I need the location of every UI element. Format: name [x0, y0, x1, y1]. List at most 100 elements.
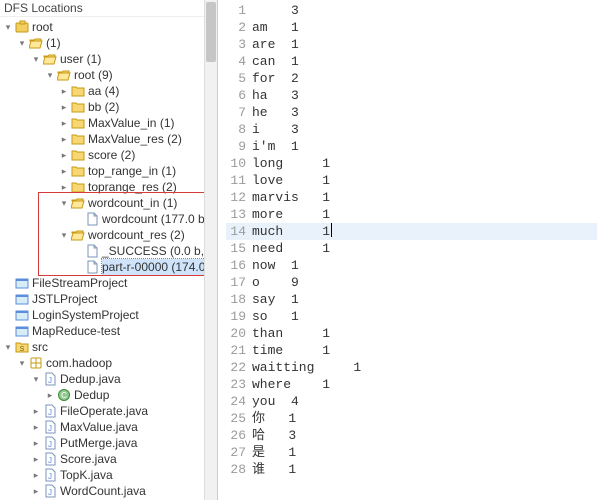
line-text[interactable]: where 1 — [252, 376, 330, 393]
line-text[interactable]: marvis 1 — [252, 189, 330, 206]
tree-node-label[interactable]: top_range_in (1) — [88, 163, 176, 179]
line-text[interactable]: 你 1 — [252, 410, 296, 427]
tree-node-label[interactable]: TopK.java — [60, 467, 113, 483]
tree-node-label[interactable]: src — [32, 339, 48, 355]
line-text[interactable]: waitting 1 — [252, 359, 361, 376]
tree-node[interactable]: ▸CDedup — [2, 387, 206, 403]
line-text[interactable]: ha 3 — [252, 87, 299, 104]
editor-line[interactable]: 10long 1 — [226, 155, 597, 172]
tree-node-label[interactable]: root — [32, 19, 53, 35]
tree-node[interactable]: ▸JWordCount.java — [2, 483, 206, 499]
tree-node-label[interactable]: Dedup.java — [60, 371, 121, 387]
line-text[interactable]: now 1 — [252, 257, 299, 274]
tree-node[interactable]: ▾wordcount_res (2) — [2, 227, 206, 243]
tree-node[interactable]: ▾(1) — [2, 35, 206, 51]
editor-line[interactable]: 13more 1 — [226, 206, 597, 223]
tree-node-label[interactable]: MaxValue.java — [60, 419, 138, 435]
editor-line[interactable]: 18say 1 — [226, 291, 597, 308]
editor-line[interactable]: 25你 1 — [226, 410, 597, 427]
line-text[interactable]: he 3 — [252, 104, 299, 121]
expand-collapse-icon[interactable]: ▸ — [58, 147, 70, 163]
tree-node[interactable]: ▸MaxValue_in (1) — [2, 115, 206, 131]
tree-node-label[interactable]: FileOperate.java — [60, 403, 148, 419]
expand-collapse-icon[interactable]: ▸ — [58, 83, 70, 99]
editor-line[interactable]: 26哈 3 — [226, 427, 597, 444]
tree-node[interactable]: ▸JSTLProject — [2, 291, 206, 307]
line-text[interactable]: for 2 — [252, 70, 299, 87]
tree-node[interactable]: ▸score (2) — [2, 147, 206, 163]
line-text[interactable]: need 1 — [252, 240, 330, 257]
expand-collapse-icon[interactable]: ▸ — [58, 179, 70, 195]
editor-line[interactable]: 16now 1 — [226, 257, 597, 274]
editor-line[interactable]: 19so 1 — [226, 308, 597, 325]
editor-line[interactable]: 7he 3 — [226, 104, 597, 121]
editor-line[interactable]: 22waitting 1 — [226, 359, 597, 376]
expand-collapse-icon[interactable]: ▸ — [44, 387, 56, 403]
editor-line[interactable]: 11love 1 — [226, 172, 597, 189]
tree-node-label[interactable]: com.hadoop — [46, 355, 112, 371]
editor-line[interactable]: 17o 9 — [226, 274, 597, 291]
tree-node-label[interactable]: user (1) — [60, 51, 101, 67]
line-text[interactable]: i'm 1 — [252, 138, 299, 155]
tree-node[interactable]: ▾ wordcount_in (1) — [2, 195, 206, 211]
tree-node-label[interactable]: Score.java — [60, 451, 117, 467]
tree-node[interactable]: ▸wordcount (177.0 b, r2) — [2, 211, 206, 227]
expand-collapse-icon[interactable]: ▸ — [30, 467, 42, 483]
tree-node[interactable]: ▸MaxValue_res (2) — [2, 131, 206, 147]
tree-node[interactable]: ▾JDedup.java — [2, 371, 206, 387]
scrollbar-vertical[interactable] — [204, 0, 217, 500]
tree-node[interactable]: ▾ user (1) — [2, 51, 206, 67]
tree-node-label[interactable]: wordcount_in (1) — [88, 195, 177, 211]
expand-collapse-icon[interactable]: ▾ — [44, 67, 56, 83]
line-text[interactable]: 谁 1 — [252, 461, 296, 478]
editor-line[interactable]: 20than 1 — [226, 325, 597, 342]
tree-node-label[interactable]: part-r-00000 (174.0 b, r2) — [102, 259, 218, 275]
expand-collapse-icon[interactable]: ▸ — [58, 131, 70, 147]
editor-pane[interactable]: 1 32am 13are 14can 15for 26ha 37he 38i 3… — [218, 0, 597, 500]
line-text[interactable]: are 1 — [252, 36, 299, 53]
editor-line[interactable]: 24you 4 — [226, 393, 597, 410]
scrollbar-thumb[interactable] — [206, 2, 216, 62]
tree-node-label[interactable]: Dedup — [74, 387, 109, 403]
tree-node-label[interactable]: PutMerge.java — [60, 435, 137, 451]
tree-node[interactable]: ▸JScore.java — [2, 451, 206, 467]
expand-collapse-icon[interactable]: ▸ — [30, 403, 42, 419]
tree-node[interactable]: ▸JTopK.java — [2, 467, 206, 483]
editor-line[interactable]: 6ha 3 — [226, 87, 597, 104]
line-text[interactable]: more 1 — [252, 206, 330, 223]
line-text[interactable]: long 1 — [252, 155, 330, 172]
editor-line[interactable]: 9i'm 1 — [226, 138, 597, 155]
tree-node-label[interactable]: FileStreamProject — [32, 275, 127, 291]
expand-collapse-icon[interactable]: ▾ — [30, 51, 42, 67]
tree-node[interactable]: ▸ aa (4) — [2, 83, 206, 99]
line-text[interactable]: than 1 — [252, 325, 330, 342]
expand-collapse-icon[interactable]: ▾ — [58, 195, 70, 211]
tree-node-label[interactable]: root (9) — [74, 67, 113, 83]
editor-line[interactable]: 3are 1 — [226, 36, 597, 53]
line-text[interactable]: 哈 3 — [252, 427, 296, 444]
line-text[interactable]: so 1 — [252, 308, 299, 325]
editor-line[interactable]: 12marvis 1 — [226, 189, 597, 206]
expand-collapse-icon[interactable]: ▾ — [2, 339, 14, 355]
tree-node[interactable]: ▸FileStreamProject — [2, 275, 206, 291]
expand-collapse-icon[interactable]: ▾ — [2, 19, 14, 35]
expand-collapse-icon[interactable]: ▸ — [30, 451, 42, 467]
expand-collapse-icon[interactable]: ▸ — [58, 99, 70, 115]
editor-line[interactable]: 1 3 — [226, 2, 597, 19]
editor-line[interactable]: 2am 1 — [226, 19, 597, 36]
tree-node-label[interactable]: WordCount.java — [60, 483, 146, 499]
expand-collapse-icon[interactable]: ▾ — [58, 227, 70, 243]
editor-line[interactable]: 15need 1 — [226, 240, 597, 257]
tree-node[interactable]: ▸part-r-00000 (174.0 b, r2) — [2, 259, 206, 275]
editor-line[interactable]: 4can 1 — [226, 53, 597, 70]
expand-collapse-icon[interactable]: ▸ — [30, 483, 42, 499]
expand-collapse-icon[interactable]: ▸ — [58, 163, 70, 179]
line-text[interactable]: time 1 — [252, 342, 330, 359]
line-text[interactable]: much 1 — [252, 223, 330, 240]
editor-line[interactable]: 27是 1 — [226, 444, 597, 461]
tree-node[interactable]: ▾ root (9) — [2, 67, 206, 83]
line-text[interactable]: am 1 — [252, 19, 299, 36]
tree-node-label[interactable]: aa (4) — [88, 83, 119, 99]
line-text[interactable]: 是 1 — [252, 444, 296, 461]
tree-node-label[interactable]: JSTLProject — [32, 291, 97, 307]
